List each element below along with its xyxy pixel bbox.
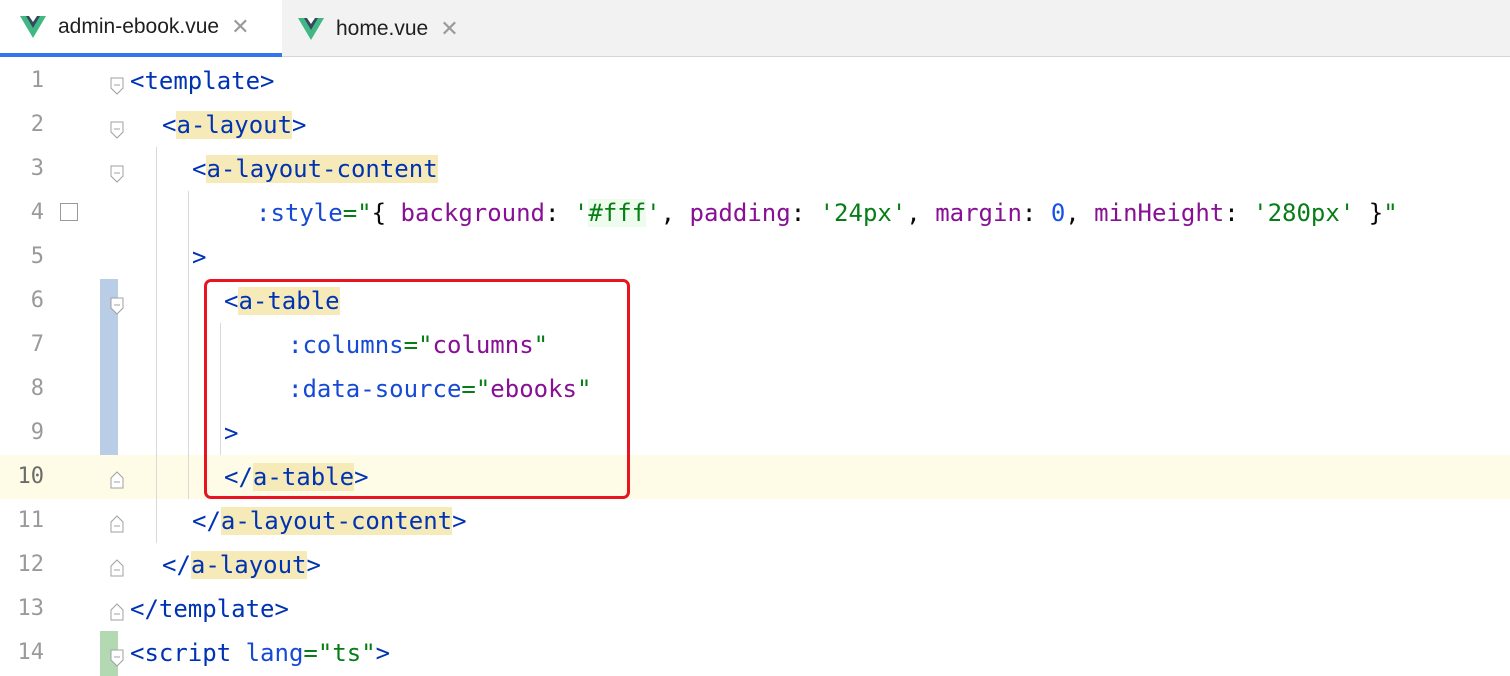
tag-bracket: < [162, 111, 177, 139]
line-number: 10 [17, 464, 45, 489]
close-icon[interactable]: ✕ [231, 15, 249, 38]
line-number: 4 [30, 200, 44, 225]
string-value: '280px' [1253, 199, 1355, 227]
tag-bracket: > [375, 639, 391, 667]
line-number: 1 [30, 68, 44, 93]
tag-bracket: > [292, 111, 307, 139]
separator: , [660, 199, 690, 227]
tag-name: template [158, 595, 275, 623]
brace: } [1354, 199, 1384, 227]
indent-guide [156, 147, 157, 543]
quote: ' [573, 199, 589, 227]
colon: : [1021, 199, 1051, 227]
tag-name: template [144, 67, 261, 95]
colon: : [790, 199, 820, 227]
separator: , [1065, 199, 1095, 227]
fold-open-icon[interactable] [110, 645, 124, 667]
attribute-value: ts [332, 639, 362, 667]
code-line[interactable]: 1 <template> [0, 59, 1510, 103]
code-line[interactable]: 3 <a-layout-content [0, 147, 1510, 191]
fold-open-icon[interactable] [110, 293, 124, 315]
fold-close-icon[interactable] [110, 511, 124, 533]
line-number: 8 [30, 376, 44, 401]
tag-bracket: > [452, 507, 467, 535]
quote: ' [646, 199, 661, 227]
line-number: 14 [17, 640, 45, 665]
code-editor[interactable]: 1 <template> 2 <a-layout> 3 <a-layout-co… [0, 57, 1510, 676]
separator: , [906, 199, 936, 227]
highlight-annotation-box [204, 279, 630, 499]
line-number: 12 [17, 552, 45, 577]
quote: " [361, 639, 376, 667]
style-key: padding [689, 199, 791, 227]
fold-open-icon[interactable] [110, 117, 124, 139]
number-value: 0 [1050, 199, 1066, 227]
fold-open-icon[interactable] [110, 73, 124, 95]
attribute-name: lang [245, 639, 304, 667]
vue-icon [20, 15, 46, 38]
tag-bracket: < [192, 155, 207, 183]
tag-name: a-layout [176, 111, 293, 139]
line-number: 11 [17, 508, 45, 533]
code-line[interactable]: 5 > [0, 235, 1510, 279]
attribute-equals: =" [342, 199, 372, 227]
attribute-equals: =" [303, 639, 333, 667]
line-number: 5 [30, 244, 44, 269]
tag-bracket: > [192, 243, 207, 271]
code-line[interactable]: 13 </template> [0, 587, 1510, 631]
line-number: 6 [30, 288, 44, 313]
fold-close-icon[interactable] [110, 555, 124, 577]
bookmark-checkbox-icon[interactable] [60, 203, 78, 221]
line-number: 9 [30, 420, 44, 445]
tag-bracket: </ [130, 595, 159, 623]
style-key: background [400, 199, 546, 227]
tag-bracket: < [130, 67, 145, 95]
tag-bracket: </ [192, 507, 221, 535]
vue-icon [298, 17, 324, 40]
indent-guide [188, 191, 189, 499]
line-number: 7 [30, 332, 44, 357]
color-value: #fff [588, 199, 647, 227]
tag-name: a-layout [190, 551, 307, 579]
editor-tab-bar: admin-ebook.vue ✕ home.vue ✕ [0, 0, 1510, 57]
brace: { [371, 199, 401, 227]
tag-name: a-layout-content [220, 507, 453, 535]
style-key: margin [935, 199, 1022, 227]
tag-bracket: > [306, 551, 321, 579]
line-number: 3 [30, 156, 44, 181]
code-line[interactable]: 11 </a-layout-content> [0, 499, 1510, 543]
tab-label: admin-ebook.vue [58, 14, 220, 38]
code-line[interactable]: 12 </a-layout> [0, 543, 1510, 587]
tag-bracket: > [274, 595, 289, 623]
tab-admin-ebook-vue[interactable]: admin-ebook.vue ✕ [0, 0, 282, 57]
tag-bracket: < [130, 639, 145, 667]
code-line[interactable]: 14 <script lang="ts"> [0, 631, 1510, 675]
tag-bracket: </ [162, 551, 191, 579]
line-number: 2 [30, 112, 44, 137]
fold-close-icon[interactable] [110, 599, 124, 621]
string-value: '24px' [819, 199, 907, 227]
style-key: minHeight [1094, 199, 1225, 227]
fold-close-icon[interactable] [110, 467, 124, 489]
close-icon[interactable]: ✕ [440, 17, 458, 40]
line-number: 13 [17, 596, 45, 621]
fold-open-icon[interactable] [110, 161, 124, 183]
colon: : [545, 199, 574, 227]
tag-name: a-layout-content [206, 155, 438, 183]
tab-home-vue[interactable]: home.vue ✕ [282, 0, 482, 57]
tag-name: script [144, 639, 232, 667]
attribute-name: :style [256, 199, 343, 227]
colon: : [1224, 199, 1254, 227]
code-line[interactable]: 2 <a-layout> [0, 103, 1510, 147]
quote: " [1383, 199, 1398, 227]
code-line[interactable]: 4 :style="{ background: '#fff', padding:… [0, 191, 1510, 235]
tab-label: home.vue [336, 16, 429, 40]
tag-bracket: > [260, 67, 275, 95]
